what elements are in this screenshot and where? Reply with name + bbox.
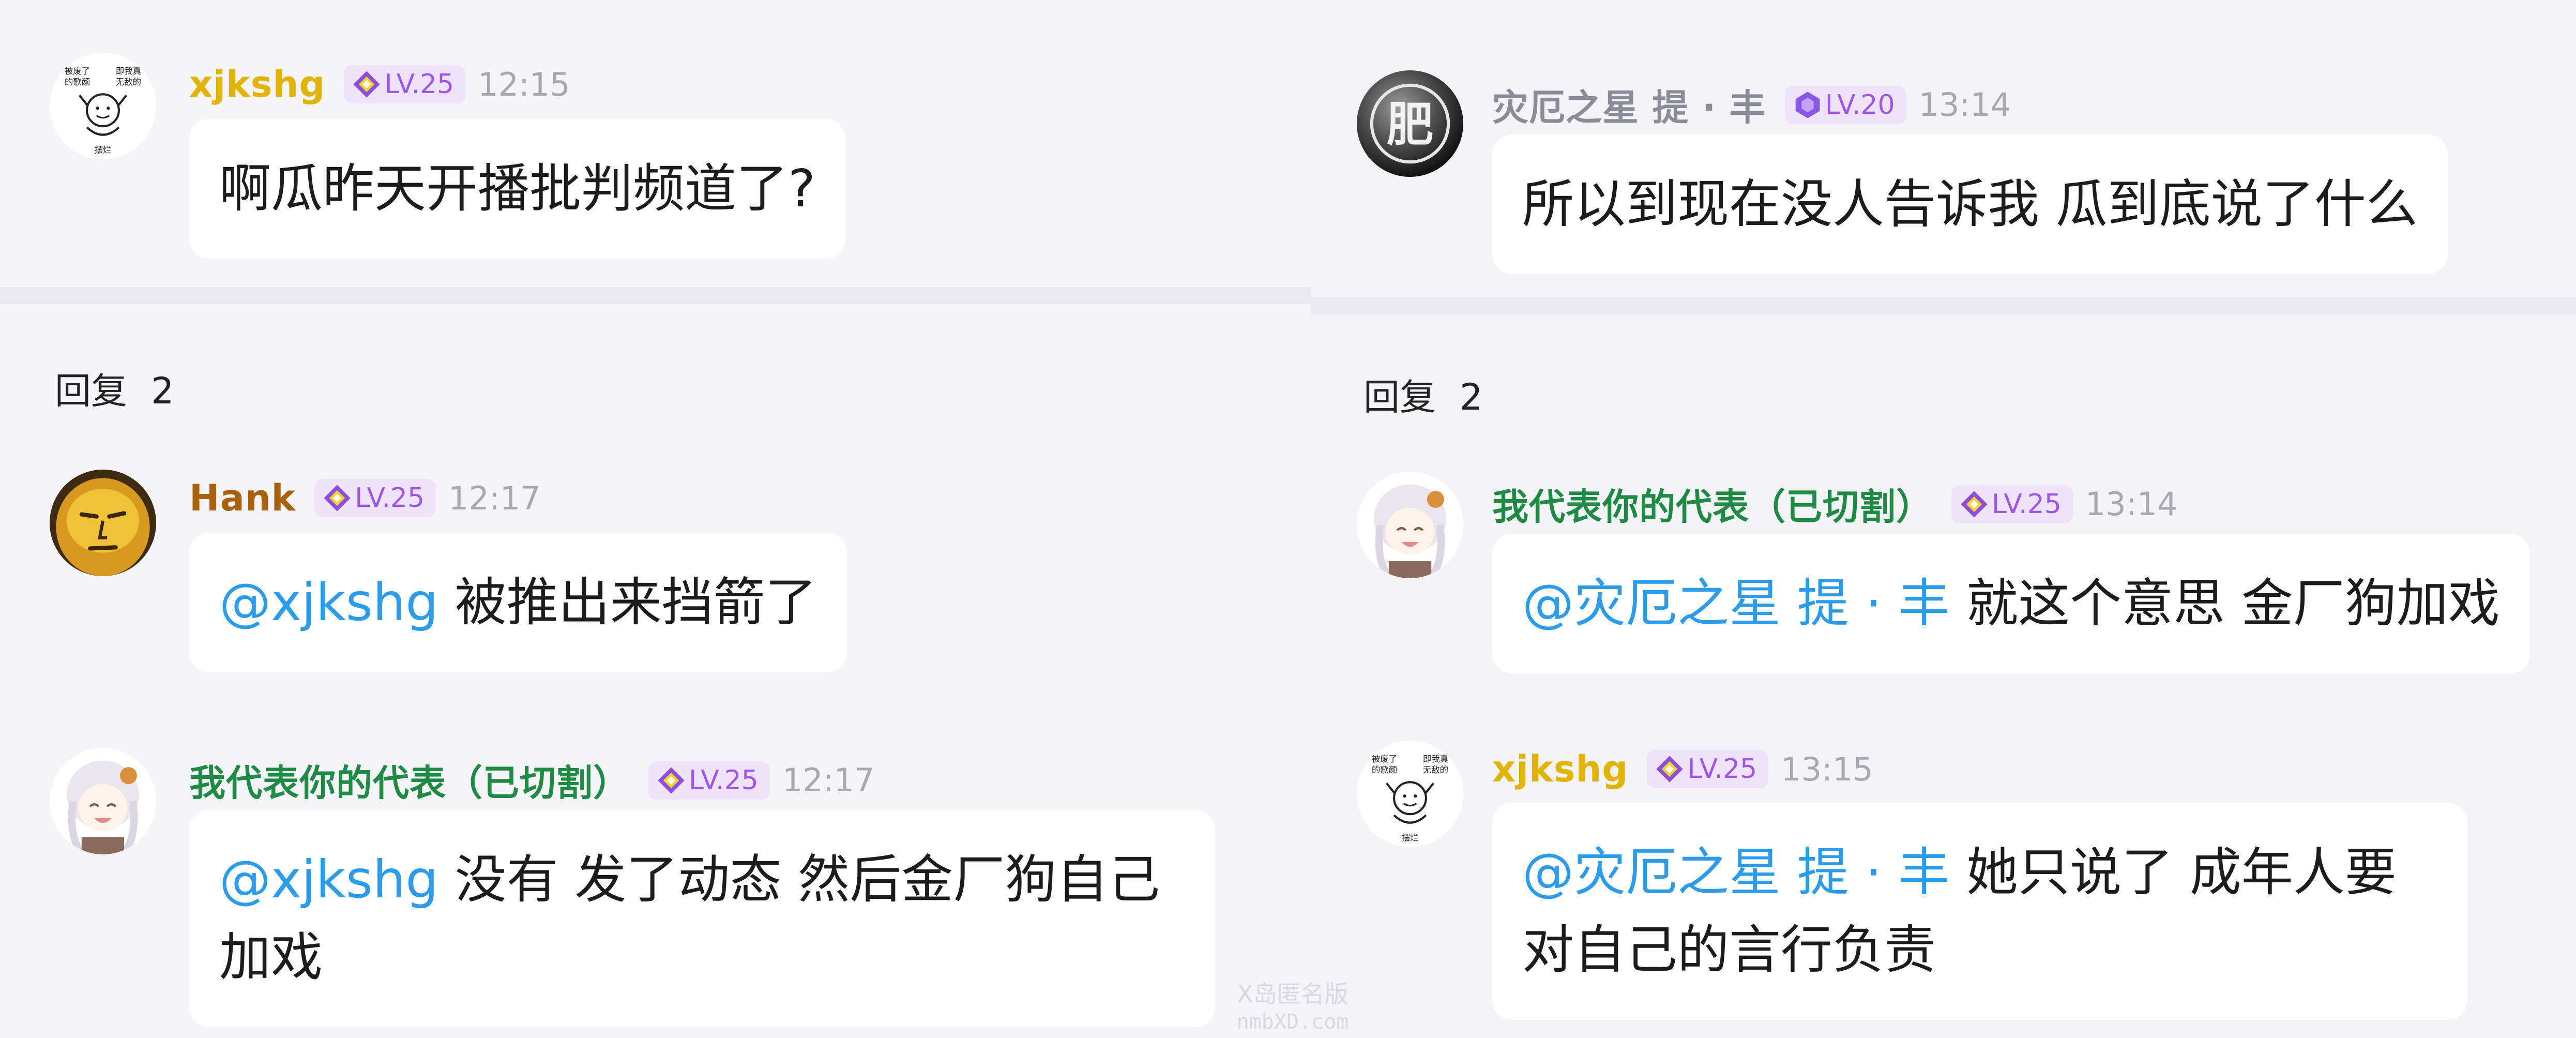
username[interactable]: Hank	[189, 477, 296, 519]
reply-bubble[interactable]: @xjkshg 没有 发了动态 然后金厂狗自己加戏	[189, 810, 1215, 1027]
thread-panel-right: 肥 灾厄之星 提 · 丰 LV.20 13:14 所以到现在没人告诉我 瓜到底说…	[1311, 0, 2576, 1038]
replies-label: 回复	[55, 370, 127, 412]
watermark-url: nmbXD.com	[1236, 1010, 1349, 1034]
level-text: LV.25	[1992, 488, 2062, 520]
doodle-avatar-icon: 被废了 的歌颜 即我真 无敌的 摆烂	[50, 53, 156, 159]
svg-text:的歌颜: 的歌颜	[1372, 765, 1397, 775]
svg-text:即我真: 即我真	[1423, 754, 1448, 764]
timestamp: 12:17	[782, 761, 875, 799]
anime-girl-avatar-icon	[50, 748, 156, 854]
message-text: 被推出来挡箭了	[438, 572, 817, 633]
avatar[interactable]	[1357, 472, 1463, 578]
level-badge: LV.25	[1951, 485, 2073, 523]
avatar[interactable]	[50, 748, 156, 854]
message-text: 所以到现在没人告诉我 瓜到底说了什么	[1522, 174, 2418, 234]
level-text: LV.25	[384, 69, 454, 100]
reply-meta: xjkshg LV.25 13:15	[1492, 748, 1873, 790]
replies-count: 2	[1460, 376, 1483, 418]
level-diamond-icon	[1960, 490, 1989, 519]
username[interactable]: 我代表你的代表（已切割）	[1492, 478, 1933, 530]
reply-meta: 我代表你的代表（已切割） LV.25 12:17	[189, 754, 875, 806]
doodle-avatar-icon: 被废了 的歌颜 即我真 无敌的 摆烂	[1357, 741, 1463, 847]
section-divider	[0, 287, 1311, 304]
timestamp: 12:15	[478, 65, 570, 103]
message-bubble[interactable]: 啊瓜昨天开播批判频道了?	[189, 119, 846, 259]
reply-meta: 我代表你的代表（已切割） LV.25 13:14	[1492, 478, 2178, 530]
username[interactable]: 灾厄之星 提 · 丰	[1492, 79, 1766, 131]
watermark-line: X岛匿名版	[1237, 980, 1348, 1008]
username[interactable]: 我代表你的代表（已切割）	[189, 754, 630, 806]
level-text: LV.25	[689, 764, 759, 796]
username[interactable]: xjkshg	[189, 63, 325, 106]
avatar[interactable]	[50, 470, 156, 576]
post-meta: 灾厄之星 提 · 丰 LV.20 13:14	[1492, 79, 2011, 131]
svg-text:即我真: 即我真	[116, 66, 141, 76]
svg-text:的歌颜: 的歌颜	[65, 77, 90, 87]
avatar[interactable]: 被废了 的歌颜 即我真 无敌的 摆烂	[50, 53, 156, 159]
level-text: LV.25	[1687, 754, 1757, 785]
anime-girl-avatar-icon	[1357, 472, 1463, 578]
svg-text:摆烂: 摆烂	[1402, 833, 1419, 843]
mention-link[interactable]: @灾厄之星 提 · 丰	[1522, 842, 1950, 902]
svg-text:无敌的: 无敌的	[1423, 765, 1448, 775]
svg-text:摆烂: 摆烂	[95, 145, 112, 155]
reply-bubble[interactable]: @xjkshg 被推出来挡箭了	[189, 533, 847, 672]
site-watermark: X岛匿名版 nmbXD.com	[1220, 980, 1365, 1036]
replies-count: 2	[151, 370, 174, 412]
level-badge: LV.25	[314, 479, 436, 517]
level-diamond-icon	[352, 70, 381, 99]
avatar[interactable]: 被废了 的歌颜 即我真 无敌的 摆烂	[1357, 741, 1463, 847]
level-badge: LV.25	[648, 761, 770, 800]
message-text: 就这个意思 金厂狗加戏	[1950, 573, 2500, 634]
mention-link[interactable]: @xjkshg	[219, 572, 438, 633]
timestamp: 12:17	[448, 479, 541, 517]
svg-text:被废了: 被废了	[1372, 754, 1397, 764]
level-diamond-icon	[1655, 755, 1684, 784]
level-diamond-icon	[657, 766, 686, 795]
timestamp: 13:15	[1781, 750, 1873, 788]
mention-link[interactable]: @xjkshg	[219, 849, 438, 910]
original-post: 肥 灾厄之星 提 · 丰 LV.20 13:14 所以到现在没人告诉我 瓜到底说…	[1311, 0, 2576, 297]
replies-label: 回复	[1363, 376, 1436, 418]
svg-text:无敌的: 无敌的	[116, 77, 141, 87]
level-text: LV.20	[1825, 89, 1895, 121]
username[interactable]: xjkshg	[1492, 748, 1628, 790]
post-meta: xjkshg LV.25 12:15	[189, 63, 570, 106]
thread-panel-left: 被废了 的歌颜 即我真 无敌的 摆烂 xjkshg LV.25 12:15 啊瓜…	[0, 0, 1311, 1038]
mention-link[interactable]: @灾厄之星 提 · 丰	[1522, 573, 1950, 634]
level-diamond-icon	[323, 484, 352, 513]
level-gem-icon	[1793, 91, 1822, 119]
meme-face-avatar-icon	[50, 470, 156, 576]
fei-character-avatar-icon: 肥	[1357, 70, 1463, 177]
level-badge: LV.20	[1784, 85, 1906, 124]
level-badge: LV.25	[344, 65, 466, 103]
message-bubble[interactable]: 所以到现在没人告诉我 瓜到底说了什么	[1492, 134, 2448, 274]
message-text: 啊瓜昨天开播批判频道了?	[219, 158, 816, 219]
avatar[interactable]: 肥	[1357, 70, 1463, 177]
original-post: 被废了 的歌颜 即我真 无敌的 摆烂 xjkshg LV.25 12:15 啊瓜…	[0, 0, 1311, 287]
reply-meta: Hank LV.25 12:17	[189, 477, 541, 519]
level-text: LV.25	[355, 483, 425, 514]
section-divider	[1311, 297, 2576, 314]
replies-header: 回复 2	[1363, 368, 1483, 420]
svg-text:肥: 肥	[1387, 98, 1434, 152]
reply-bubble[interactable]: @灾厄之星 提 · 丰 她只说了 成年人要对自己的言行负责	[1492, 803, 2467, 1020]
timestamp: 13:14	[1918, 86, 2011, 124]
svg-text:被废了: 被废了	[65, 66, 90, 76]
level-badge: LV.25	[1647, 750, 1769, 788]
replies-header: 回复 2	[55, 362, 174, 414]
timestamp: 13:14	[2085, 485, 2178, 523]
reply-bubble[interactable]: @灾厄之星 提 · 丰 就这个意思 金厂狗加戏	[1492, 534, 2530, 673]
